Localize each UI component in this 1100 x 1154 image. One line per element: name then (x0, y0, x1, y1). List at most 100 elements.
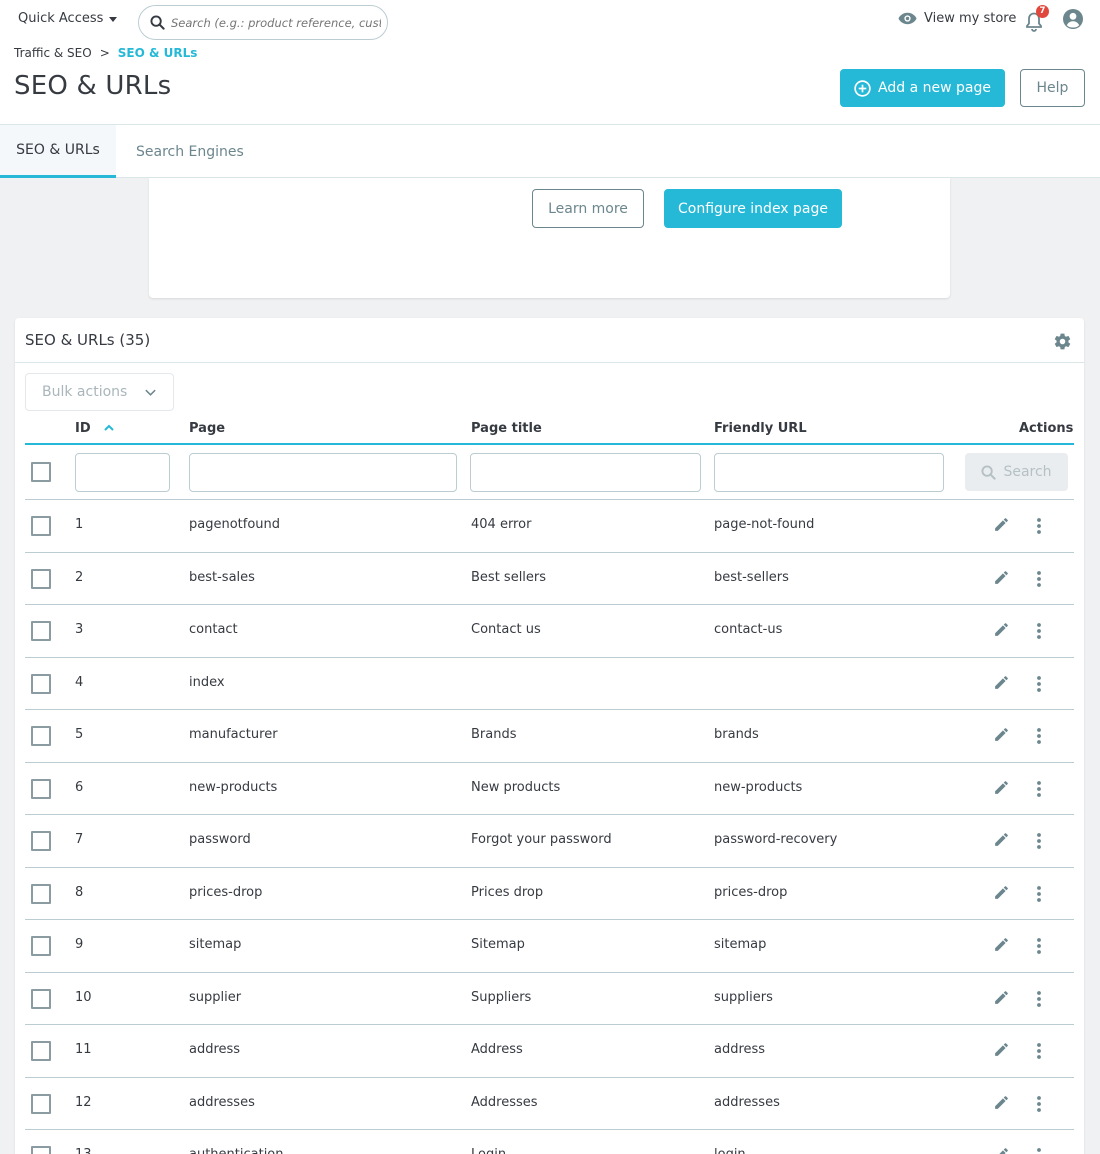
pencil-icon (995, 780, 1008, 794)
row-actions-menu-button[interactable] (1036, 780, 1042, 802)
column-header-friendly-url[interactable]: Friendly URL (714, 421, 807, 436)
more-vertical-icon (1037, 990, 1041, 1007)
help-button[interactable]: Help (1020, 69, 1085, 107)
edit-button[interactable] (993, 884, 1010, 905)
row-actions-menu-button[interactable] (1036, 675, 1042, 697)
bulk-actions-dropdown[interactable]: Bulk actions (25, 373, 174, 411)
filter-id-input[interactable] (75, 453, 170, 492)
filter-page-title-input[interactable] (470, 453, 701, 492)
configure-index-page-button[interactable]: Configure index page (664, 189, 842, 228)
row-checkbox[interactable] (31, 883, 51, 904)
row-checkbox[interactable] (31, 778, 51, 799)
cell-page-title: Brands (471, 727, 517, 742)
edit-button[interactable] (993, 516, 1010, 537)
learn-more-button[interactable]: Learn more (532, 189, 644, 228)
edit-button[interactable] (993, 569, 1010, 590)
edit-button[interactable] (993, 1041, 1010, 1062)
row-actions-menu-button[interactable] (1036, 1095, 1042, 1117)
cell-friendly-url: contact-us (714, 622, 783, 637)
table-row[interactable]: 13 authentication Login login (25, 1130, 1074, 1154)
edit-button[interactable] (993, 674, 1010, 695)
cell-friendly-url: best-sellers (714, 569, 789, 585)
cell-id: 1 (75, 517, 84, 532)
add-new-page-button[interactable]: Add a new page (840, 69, 1005, 107)
row-actions-menu-button[interactable] (1036, 1147, 1042, 1154)
row-checkbox[interactable] (31, 1093, 51, 1114)
row-checkbox[interactable] (31, 726, 51, 746)
table-row[interactable]: 1 pagenotfound 404 error page-not-found (25, 500, 1074, 553)
more-vertical-icon (1037, 728, 1041, 744)
column-header-page[interactable]: Page (189, 421, 225, 436)
quick-access-dropdown[interactable]: Quick Access (18, 11, 118, 26)
tab-seo-urls[interactable]: SEO & URLs (0, 125, 116, 178)
row-checkbox[interactable] (31, 516, 51, 536)
edit-button[interactable] (993, 936, 1010, 957)
table-row[interactable]: 8 prices-drop Prices drop prices-drop (25, 868, 1074, 920)
edit-button[interactable] (993, 726, 1010, 747)
sort-asc-icon[interactable] (104, 424, 114, 431)
edit-button[interactable] (993, 1094, 1010, 1115)
breadcrumb-current[interactable]: SEO & URLs (118, 46, 198, 60)
more-vertical-icon (1037, 1148, 1041, 1152)
filter-friendly-url-input[interactable] (714, 453, 944, 492)
gear-icon[interactable] (1053, 332, 1072, 351)
row-actions-menu-button[interactable] (1036, 885, 1042, 907)
row-actions-menu-button[interactable] (1036, 832, 1042, 854)
cell-friendly-url: address (714, 1042, 766, 1057)
row-checkbox[interactable] (31, 568, 51, 589)
table-row[interactable]: 9 sitemap Sitemap sitemap (25, 920, 1074, 973)
row-checkbox[interactable] (31, 988, 51, 1009)
cell-page-title: 404 error (471, 517, 532, 532)
row-checkbox[interactable] (31, 936, 51, 956)
table-row[interactable]: 6 new-products New products new-products (25, 763, 1074, 815)
row-actions-menu-button[interactable] (1036, 517, 1042, 539)
account-button[interactable] (1062, 8, 1084, 34)
row-checkbox[interactable] (31, 673, 51, 694)
column-header-page-title[interactable]: Page title (471, 421, 542, 436)
cell-page-title: New products (471, 779, 561, 795)
cell-page: contact (189, 622, 238, 637)
quick-access-label: Quick Access (18, 11, 104, 26)
cell-page: manufacturer (189, 727, 278, 742)
breadcrumb: Traffic & SEO > SEO & URLs (14, 46, 197, 60)
row-actions-menu-button[interactable] (1036, 1042, 1042, 1064)
search-input[interactable] (171, 15, 381, 30)
cell-page-title: Suppliers (471, 989, 532, 1005)
tab-search-engines[interactable]: Search Engines (136, 125, 244, 178)
breadcrumb-separator: > (99, 46, 110, 60)
global-search[interactable] (138, 5, 388, 40)
view-store-link[interactable]: View my store (898, 11, 1016, 26)
row-actions-menu-button[interactable] (1036, 570, 1042, 592)
row-actions-menu-button[interactable] (1036, 727, 1042, 749)
row-checkbox[interactable] (31, 1146, 51, 1154)
row-actions-menu-button[interactable] (1036, 937, 1042, 959)
edit-button[interactable] (993, 989, 1010, 1010)
bulk-actions-label: Bulk actions (42, 384, 128, 400)
more-vertical-icon (1037, 1043, 1041, 1059)
edit-button[interactable] (993, 779, 1010, 800)
row-actions-menu-button[interactable] (1036, 990, 1042, 1012)
table-row[interactable]: 4 index (25, 658, 1074, 710)
table-row[interactable]: 11 address Address address (25, 1025, 1074, 1078)
row-checkbox[interactable] (31, 831, 51, 851)
edit-button[interactable] (993, 621, 1010, 642)
edit-button[interactable] (993, 831, 1010, 852)
edit-button[interactable] (993, 1146, 1010, 1154)
row-actions-menu-button[interactable] (1036, 622, 1042, 644)
search-icon (150, 15, 165, 30)
notifications-button[interactable]: 7 (1024, 5, 1049, 32)
table-row[interactable]: 12 addresses Addresses addresses (25, 1078, 1074, 1130)
table-row[interactable]: 2 best-sales Best sellers best-sellers (25, 553, 1074, 605)
table-row[interactable]: 10 supplier Suppliers suppliers (25, 973, 1074, 1025)
breadcrumb-parent[interactable]: Traffic & SEO (14, 46, 92, 60)
row-checkbox[interactable] (31, 1041, 51, 1061)
grid-search-button[interactable]: Search (965, 453, 1068, 491)
filter-page-input[interactable] (189, 453, 457, 492)
more-vertical-icon (1037, 570, 1041, 587)
select-all-checkbox[interactable] (31, 462, 51, 482)
table-row[interactable]: 3 contact Contact us contact-us (25, 605, 1074, 658)
column-header-id[interactable]: ID (75, 421, 114, 436)
row-checkbox[interactable] (31, 621, 51, 641)
table-row[interactable]: 5 manufacturer Brands brands (25, 710, 1074, 763)
table-row[interactable]: 7 password Forgot your password password-re… (25, 815, 1074, 868)
